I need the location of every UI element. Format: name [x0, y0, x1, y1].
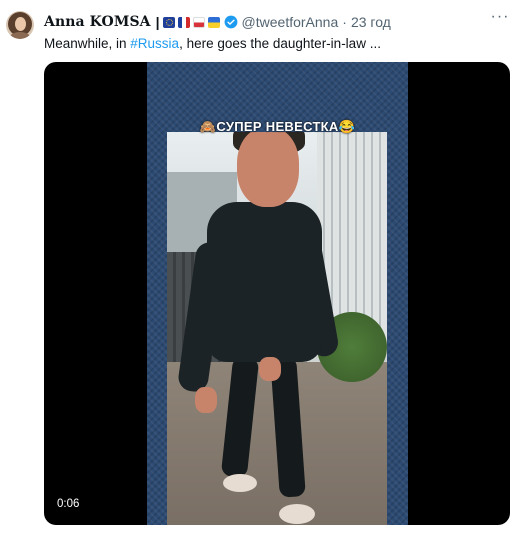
name-separator: | — [155, 14, 160, 30]
ukraine-flag-icon — [207, 16, 220, 28]
hashtag-link[interactable]: #Russia — [130, 36, 179, 51]
avatar[interactable] — [6, 11, 34, 39]
tweet-timestamp[interactable]: 23 год — [351, 14, 391, 30]
tweet-text-before: Meanwhile, in — [44, 36, 131, 51]
video-thumbnail: ♪ — [167, 132, 387, 525]
author-name[interactable]: Anna KOMSA — [44, 14, 151, 30]
video-caption: 🙈СУПЕР НЕВЕСТКА😂 — [199, 119, 356, 134]
video-duration: 0:06 — [54, 497, 83, 511]
tweet-text-after: , here goes the daughter-in-law ... — [179, 36, 381, 51]
header-dot: · — [342, 14, 347, 30]
tweet-header: Anna KOMSA | @tweetforAnna · 23 год — [44, 13, 391, 31]
verified-badge-icon — [224, 15, 237, 29]
tweet[interactable]: Anna KOMSA | @tweetforAnna · 23 год ··· … — [0, 0, 521, 533]
poland-flag-icon — [192, 16, 205, 28]
eu-flag-icon — [162, 16, 175, 28]
author-handle[interactable]: @tweetforAnna — [242, 14, 339, 30]
more-options-icon[interactable]: ··· — [490, 9, 510, 27]
tweet-text: Meanwhile, in #Russia, here goes the dau… — [44, 35, 381, 53]
france-flag-icon — [177, 16, 190, 28]
video-player[interactable]: ♪ 🙈СУПЕР НЕВЕСТКА😂 0:06 — [44, 62, 510, 525]
video-frame: ♪ 🙈СУПЕР НЕВЕСТКА😂 — [147, 62, 408, 525]
